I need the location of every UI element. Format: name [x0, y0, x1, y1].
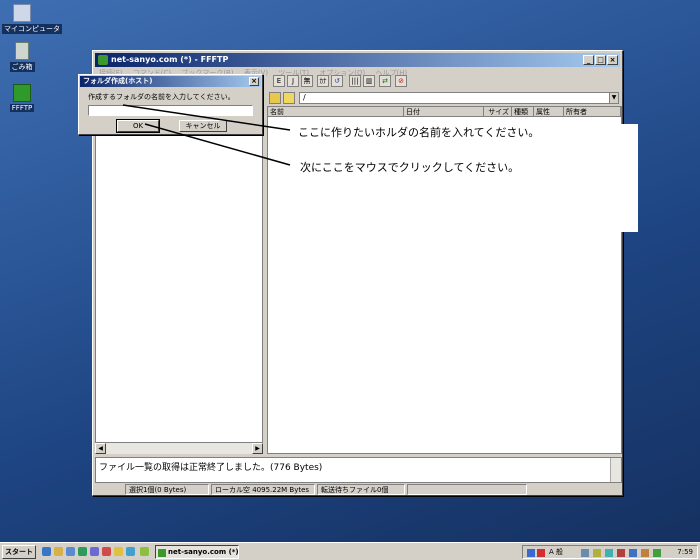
- quicklaunch-explorer-icon[interactable]: [54, 547, 63, 556]
- tray-app-icon-1[interactable]: [593, 549, 601, 557]
- tray-network-icon[interactable]: [527, 549, 535, 557]
- annotation-line-input: [122, 104, 291, 131]
- ffftp-task-icon: [158, 549, 166, 557]
- quicklaunch-desktop-icon[interactable]: [126, 547, 135, 556]
- tray-security-icon[interactable]: [537, 549, 545, 557]
- quicklaunch-media-icon[interactable]: [90, 547, 99, 556]
- quicklaunch-ie-icon[interactable]: [42, 547, 51, 556]
- annotation-note-2: 次にここをマウスでクリックしてください。: [300, 161, 520, 174]
- tray-app-icon-3[interactable]: [617, 549, 625, 557]
- start-button[interactable]: スタート: [2, 545, 36, 559]
- quicklaunch-folder-icon[interactable]: [114, 547, 123, 556]
- annotation-line-ok: [144, 123, 291, 166]
- quicklaunch-app-icon[interactable]: [78, 547, 87, 556]
- quicklaunch-tool-icon[interactable]: [102, 547, 111, 556]
- tray-app-icon-6[interactable]: [653, 549, 661, 557]
- quicklaunch-mail-icon[interactable]: [66, 547, 75, 556]
- start-label: スタート: [5, 548, 33, 556]
- system-tray: A 般 7:59: [522, 545, 698, 559]
- clock: 7:59: [677, 548, 693, 556]
- annotation-note-1: ここに作りたいホルダの名前を入れてください。: [298, 126, 540, 139]
- taskbar-item-label: net-sanyo.com (*) -...: [168, 548, 239, 556]
- annotation-lines: [122, 104, 291, 166]
- tray-volume-icon[interactable]: [581, 549, 589, 557]
- quicklaunch-extra-icon[interactable]: [140, 547, 149, 556]
- tray-app-icon-2[interactable]: [605, 549, 613, 557]
- ime-indicator[interactable]: A 般: [549, 546, 563, 558]
- taskbar-item-ffftp[interactable]: net-sanyo.com (*) -...: [155, 545, 239, 559]
- taskbar: スタート net-sanyo.com (*) -... A 般 7:59: [0, 542, 700, 560]
- tray-app-icon-5[interactable]: [641, 549, 649, 557]
- tray-app-icon-4[interactable]: [629, 549, 637, 557]
